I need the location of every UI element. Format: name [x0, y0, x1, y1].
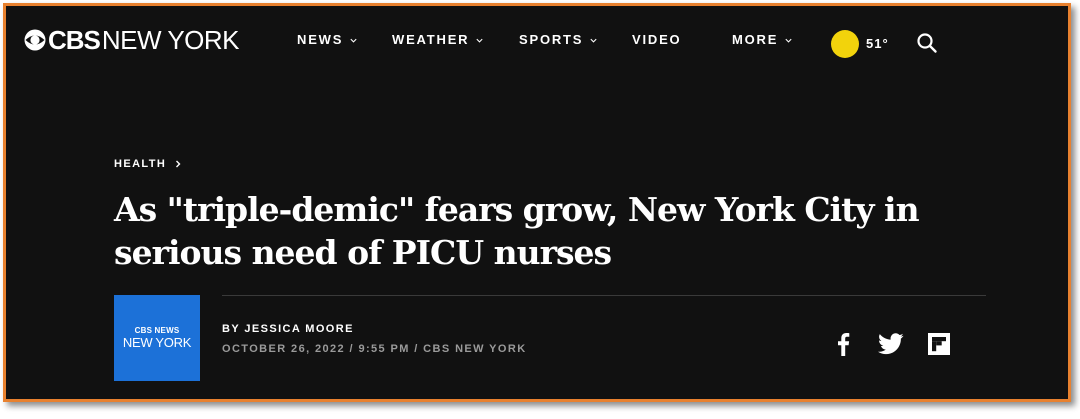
- search-icon[interactable]: [916, 32, 938, 54]
- nav-label: SPORTS: [519, 32, 584, 47]
- facebook-icon[interactable]: [832, 331, 854, 357]
- nav-label: MORE: [732, 32, 779, 47]
- divider: [222, 295, 986, 296]
- logo-brand: CBS: [48, 25, 101, 55]
- cbs-eye-icon: [24, 29, 46, 51]
- chevron-down-icon: [590, 38, 597, 43]
- nav-item-news[interactable]: NEWS: [297, 30, 358, 50]
- nav-item-sports[interactable]: SPORTS: [519, 30, 598, 50]
- article-headline: As "triple-demic" fears grow, New York C…: [114, 190, 920, 272]
- nav-item-video[interactable]: VIDEO: [632, 30, 681, 50]
- chevron-down-icon: [785, 38, 792, 43]
- nav-label: NEWS: [297, 32, 344, 47]
- twitter-icon[interactable]: [877, 331, 905, 357]
- nav-item-weather[interactable]: WEATHER: [392, 30, 484, 50]
- temperature[interactable]: 51°: [866, 34, 889, 54]
- category-label: HEALTH: [114, 158, 167, 170]
- nav-item-more[interactable]: MORE: [732, 30, 793, 50]
- sun-icon[interactable]: [831, 30, 859, 58]
- author-avatar[interactable]: CBS NEWS NEW YORK: [114, 295, 200, 381]
- logo-city: NEW YORK: [101, 25, 240, 55]
- chevron-down-icon: [476, 38, 483, 43]
- flipboard-icon[interactable]: [927, 331, 951, 357]
- avatar-bottom-text: NEW YORK: [122, 335, 192, 350]
- page-frame: CBS NEW YORK NEWS WEATHER SPORTS VIDEO M…: [3, 3, 1071, 402]
- site-logo[interactable]: CBS NEW YORK: [24, 25, 240, 55]
- category-breadcrumb[interactable]: HEALTH: [114, 156, 182, 172]
- byline: BY JESSICA MOORE: [222, 323, 354, 335]
- nav-label: WEATHER: [392, 32, 470, 47]
- nav-label: VIDEO: [632, 32, 682, 47]
- chevron-down-icon: [350, 38, 357, 43]
- dateline: OCTOBER 26, 2022 / 9:55 PM / CBS NEW YOR…: [222, 343, 527, 355]
- chevron-right-icon: [176, 160, 181, 168]
